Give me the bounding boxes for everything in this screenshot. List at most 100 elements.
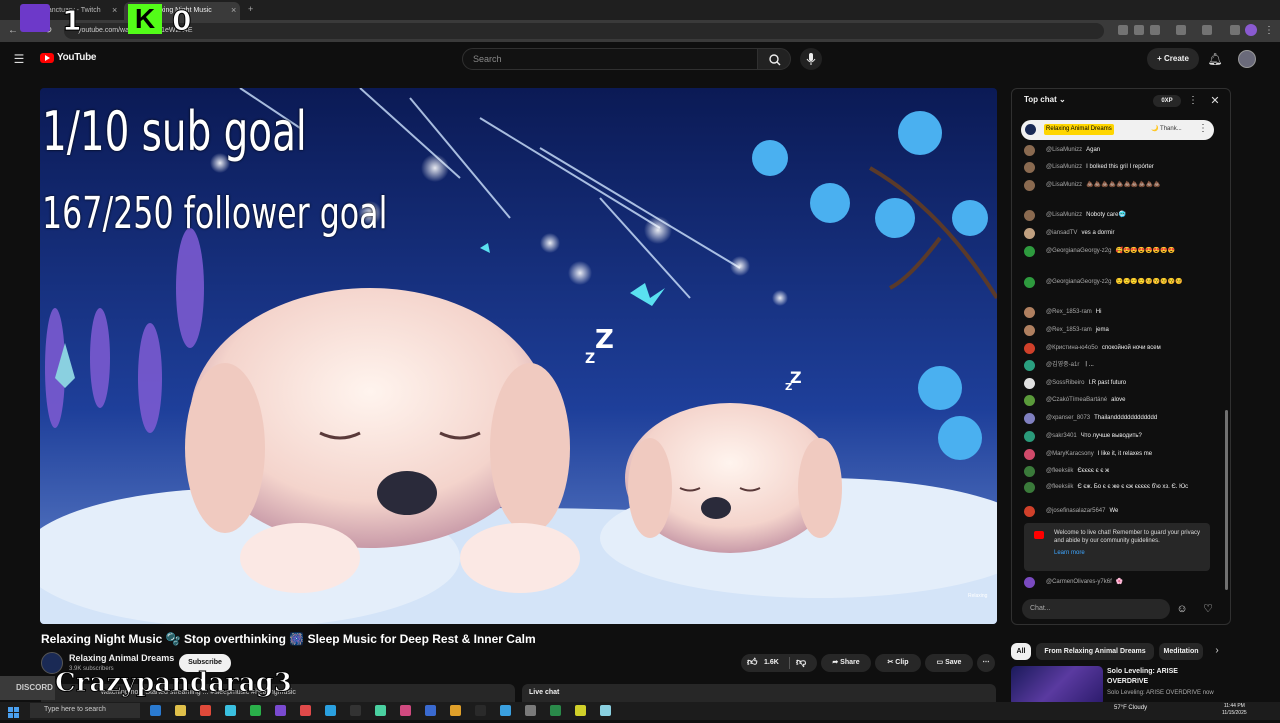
chat-text: 🌸 — [1115, 579, 1124, 585]
chat-message[interactable]: @LisaMunizz I bolked this gril I repórter — [1024, 162, 1210, 173]
back-icon[interactable]: ← — [8, 25, 18, 36]
xp-badge[interactable]: 0XP — [1153, 95, 1181, 107]
pinned-author: Relaxing Animal Dreams — [1044, 124, 1114, 135]
chat-avatar — [1024, 343, 1035, 354]
chat-message[interactable]: @김영중-a1r ㅣ... — [1024, 360, 1210, 371]
chat-message[interactable]: @Rex_1853-ram jema — [1024, 325, 1210, 336]
chat-message[interactable]: @LisaMunizz 💩💩💩💩💩💩💩💩💩💩 — [1024, 180, 1210, 198]
taskbar-app-icon[interactable] — [550, 705, 561, 716]
youtube-logo-icon[interactable] — [40, 53, 54, 63]
heart-icon[interactable]: ♡ — [1200, 599, 1216, 619]
windows-icon[interactable] — [8, 705, 19, 718]
chat-message[interactable]: @sakr3401 Что лучше выводить? — [1024, 431, 1210, 442]
chat-message[interactable]: @LisaMunizz Agan — [1024, 145, 1210, 156]
taskbar-app-icon[interactable] — [200, 705, 211, 716]
chat-message[interactable]: @fleeksiik Єєєєє є є ж — [1024, 466, 1210, 477]
chat-avatar — [1024, 395, 1035, 406]
chat-message[interactable]: @SossRibeiro I.R past futuro — [1024, 378, 1210, 389]
dislike-icon[interactable]: 👎︎ — [796, 654, 806, 672]
taskbar-app-icon[interactable] — [150, 705, 161, 716]
download-icon[interactable] — [1230, 25, 1240, 35]
taskbar-app-icon[interactable] — [525, 705, 536, 716]
url-field[interactable]: youtube.com/watch?v=...Q1eWzH4E — [64, 23, 1104, 39]
taskbar-app-icon[interactable] — [475, 705, 486, 716]
browser-menu-icon[interactable]: ⋮ — [1264, 25, 1274, 36]
chat-message[interactable]: @Кристина-ю4о5о спокойной ночи всем — [1024, 343, 1210, 354]
chat-more-icon[interactable]: ⋮ — [1186, 92, 1200, 110]
avatar[interactable] — [1238, 50, 1256, 68]
chat-scrollbar[interactable] — [1225, 410, 1228, 590]
chat-text: 💩💩💩💩💩💩💩💩💩💩 — [1086, 182, 1161, 188]
chat-message[interactable]: @Rex_1853-ram Hi — [1024, 307, 1210, 318]
taskbar-search[interactable]: Type here to search — [30, 703, 140, 718]
chat-avatar — [1024, 210, 1035, 221]
chat-message[interactable]: @xpanser_8073 Thailanddddddddddddd — [1024, 413, 1210, 424]
voice-search-button[interactable] — [800, 48, 822, 70]
taskbar-app-icon[interactable] — [400, 705, 411, 716]
chat-message[interactable]: @GeorgianaGeorgy-z2g 😌😌😌😌😚😚😚😚😚 — [1024, 277, 1210, 295]
taskbar-app-icon[interactable] — [500, 705, 511, 716]
bookmark-star-icon[interactable] — [1150, 25, 1160, 35]
chat-message[interactable]: @MaryKaracsony I like it, it relaxes me — [1024, 449, 1210, 460]
youtube-logo-text[interactable]: YouTube — [57, 52, 97, 63]
related-thumbnail[interactable] — [1011, 666, 1103, 706]
chip-all[interactable]: All — [1011, 643, 1031, 660]
bell-icon[interactable]: 🔔︎ — [1204, 48, 1226, 70]
zoom-icon[interactable] — [1134, 25, 1144, 35]
taskbar-app-icon[interactable] — [250, 705, 261, 716]
pinned-more-icon[interactable]: ⋮ — [1198, 123, 1208, 134]
more-actions-button[interactable]: ⋯ — [977, 654, 995, 672]
taskbar-app-icon[interactable] — [425, 705, 436, 716]
taskbar-app-icon[interactable] — [600, 705, 611, 716]
new-tab-button[interactable]: + — [248, 4, 253, 14]
chat-message[interactable]: @CzakóTímeaBartáné alove — [1024, 395, 1210, 406]
chip-channel[interactable]: From Relaxing Animal Dreams — [1036, 643, 1154, 660]
video-player[interactable]: Z Z Z Z 1/10 sub goal 167/250 follower g… — [40, 88, 997, 624]
chat-message[interactable]: @LisaMunizz Noboty care🥶 — [1024, 210, 1210, 221]
weather-widget[interactable]: 57°F Cloudy — [1114, 705, 1147, 711]
taskbar-app-icon[interactable] — [175, 705, 186, 716]
learn-more-link[interactable]: Learn more — [1054, 549, 1202, 557]
taskbar-app-icon[interactable] — [350, 705, 361, 716]
like-icon[interactable]: 👍︎ — [747, 654, 757, 672]
chat-text: Hi — [1095, 309, 1102, 315]
chat-message[interactable]: @josefinasalazar5647 We — [1024, 506, 1210, 517]
save-button[interactable]: ▭ Save — [925, 654, 973, 672]
live-chat-replay-header[interactable]: Live chat — [522, 684, 996, 704]
chat-message[interactable]: @fleeksiik Є єж. Бо є є же є єж єєєєє б'ю… — [1024, 482, 1210, 500]
taskbar-app-icon[interactable] — [575, 705, 586, 716]
channel-name[interactable]: Relaxing Animal Dreams — [69, 653, 174, 663]
taskbar-app-icon[interactable] — [325, 705, 336, 716]
chat-avatar — [1024, 162, 1035, 173]
tab-close-icon[interactable]: × — [112, 5, 117, 15]
create-button[interactable]: + Create — [1147, 48, 1199, 70]
extension-icon[interactable] — [1118, 25, 1128, 35]
taskbar-app-icon[interactable] — [300, 705, 311, 716]
top-chat-dropdown[interactable]: Top chat ⌄ — [1024, 95, 1066, 104]
search-input[interactable]: Search — [462, 48, 758, 70]
taskbar-app-icon[interactable] — [450, 705, 461, 716]
profile-icon[interactable] — [1245, 24, 1257, 36]
close-icon[interactable]: ✕ — [1208, 92, 1222, 110]
chip-meditation[interactable]: Meditation — [1159, 643, 1203, 660]
search-button[interactable] — [757, 48, 791, 70]
related-title[interactable]: Solo Leveling: ARISE OVERDRIVE — [1107, 667, 1217, 687]
menu-icon[interactable]: ☰ — [8, 48, 30, 70]
sidebar-icon[interactable] — [1202, 25, 1212, 35]
clip-button[interactable]: ✂ Clip — [875, 654, 921, 672]
save-icon: ▭ — [936, 659, 946, 666]
taskbar-clock[interactable]: 11:44 PM 11/15/2025 — [1222, 703, 1247, 717]
taskbar-app-icon[interactable] — [225, 705, 236, 716]
share-button[interactable]: ➦ Share — [821, 654, 871, 672]
chat-message[interactable]: @iansadTV ves a dormir — [1024, 228, 1210, 239]
like-count[interactable]: 1.6K — [764, 654, 779, 672]
smiley-icon[interactable]: ☺ — [1174, 599, 1190, 619]
chevron-right-icon[interactable]: › — [1210, 640, 1224, 662]
taskbar-app-icon[interactable] — [375, 705, 386, 716]
chat-message[interactable]: @GeorgianaGeorgy-z2g 🥰😍😍😍😍😍😍😍 — [1024, 246, 1210, 264]
chat-input[interactable]: Chat... — [1022, 599, 1170, 619]
extensions-icon[interactable] — [1176, 25, 1186, 35]
taskbar-app-icon[interactable] — [275, 705, 286, 716]
tab-close-icon[interactable]: × — [231, 5, 236, 15]
twitch-sub-count: 1 — [61, 4, 82, 38]
